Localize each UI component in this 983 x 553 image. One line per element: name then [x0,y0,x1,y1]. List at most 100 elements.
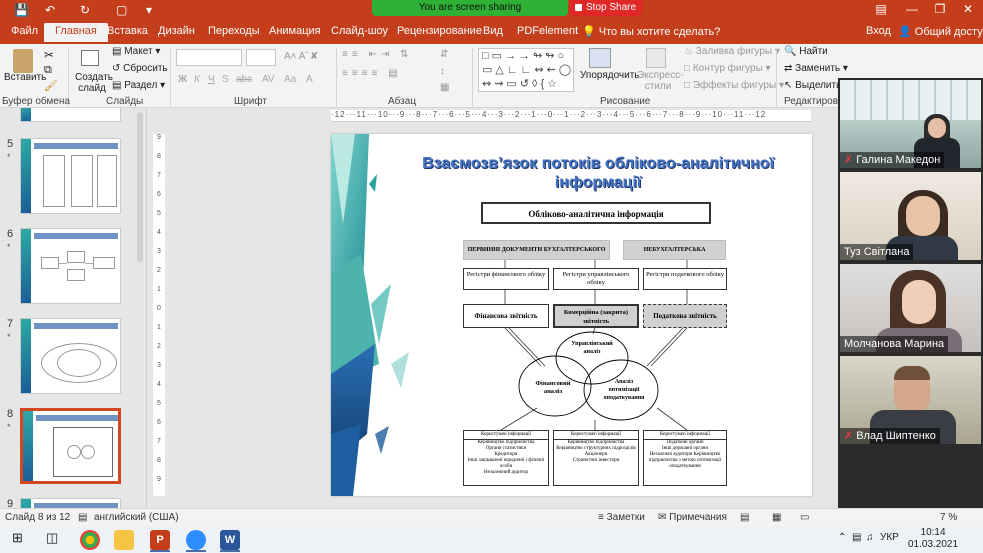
circle-label-tax: Аналіз оптимізації оподаткування [603,379,645,401]
tab-home[interactable]: Главная [44,23,108,42]
replace-button[interactable]: ⇄ Заменить ▾ [784,63,848,74]
tab-view[interactable]: Вид [483,25,503,37]
slide-thumbnail-6[interactable] [20,228,121,304]
layout-button[interactable]: ▤ Макет ▾ [112,46,160,57]
slide-title[interactable]: Взаємозв’язок потоків обліково-аналітичн… [413,154,783,192]
slide-thumbnail-9[interactable] [20,498,121,508]
group-clipboard-label: Буфер обмена [2,96,70,107]
register-box-financial: Регістри фінансового обліку [463,268,549,290]
tab-animation[interactable]: Анимация [269,25,321,37]
participant-video-2[interactable]: Туз Світлана [840,172,981,260]
thumbnail-scrollbar[interactable] [137,112,143,262]
slide-sorter-icon[interactable]: ▦ [772,512,781,523]
find-button[interactable]: 🔍 Найти [784,46,828,57]
save-icon[interactable]: 💾 [14,3,29,17]
group-font-label: Шрифт [234,96,267,107]
participant-video-4[interactable]: ✗ Влад Шиптенко [840,356,981,444]
volume-icon[interactable]: ♫ [866,532,874,543]
bold-icon[interactable]: Ж [178,74,187,85]
title-bar: 💾 ↶ ↻ ▢ ▾ You are screen sharing Stop Sh… [0,0,983,20]
zoom-level[interactable]: 7 % [940,512,957,523]
reset-button[interactable]: ↺ Сбросить [112,63,168,74]
shadow-icon[interactable]: S [222,74,229,85]
ribbon-tabs: Файл Главная Вставка Дизайн Переходы Ани… [0,20,983,44]
presentation-start-icon[interactable]: ▢ [116,3,127,17]
word-taskbar-icon[interactable]: W [220,530,240,550]
undo-icon[interactable]: ↶ [45,3,55,17]
share-account-button[interactable]: 👤 Общий доступ [898,25,983,38]
align-text-icon[interactable]: ↕ [440,66,445,77]
spellcheck-icon[interactable]: ▤ [78,512,87,523]
circle-label-financial: Фінансовий аналіз [535,380,571,395]
maximize-button[interactable]: ❐ [925,2,955,16]
format-painter-icon[interactable]: 🖌 [44,79,58,92]
shapes-gallery[interactable]: □▭→→↬↬○ ▭△∟∟↭⇜◯ ↭⇝▭↺◊{☆ [478,48,574,92]
keyboard-language[interactable]: УКР [880,532,899,543]
ribbon-display-icon[interactable]: ▤ [866,2,896,16]
text-direction-icon[interactable]: ⇵ [440,49,448,60]
qat-customize-icon[interactable]: ▾ [146,3,152,17]
font-size-select[interactable] [246,49,276,66]
tell-me-box[interactable]: 💡 Что вы хотите сделать? [582,25,720,38]
tab-transitions[interactable]: Переходы [208,25,260,37]
font-grow-icon[interactable]: A˄ Aˇ [284,51,309,62]
minimize-button[interactable]: — [897,2,927,16]
smartart-icon[interactable]: ▦ [440,82,449,93]
close-button[interactable]: ✕ [953,2,983,16]
task-view-icon[interactable]: ◫ [46,530,58,546]
underline-icon[interactable]: Ч [208,74,215,85]
slide-counter: Слайд 8 из 12 [5,512,71,523]
spacing-icon[interactable]: AV [262,74,275,85]
source-box-primary: ПЕРВИННІ ДОКУМЕНТИ БУХГАЛТЕРСЬКОГО ОБЛІК… [463,240,610,260]
shape-fill-button[interactable]: ♨ Заливка фигуры ▾ [684,46,780,57]
strike-icon[interactable]: abc [236,74,252,85]
tab-design[interactable]: Дизайн [158,25,195,37]
section-button[interactable]: ▤ Раздел ▾ [112,80,165,91]
clock[interactable]: 10:14 01.03.2021 [908,527,958,551]
slide-thumbnail-7[interactable] [20,318,121,394]
tab-file[interactable]: Файл [11,25,38,37]
case-icon[interactable]: Aa [284,74,296,85]
redo-icon[interactable]: ↻ [80,3,90,17]
tab-slideshow[interactable]: Слайд-шоу [331,25,388,37]
comments-button[interactable]: ✉ Примечания [658,512,727,523]
normal-view-icon[interactable]: ▤ [740,512,749,523]
font-color-icon[interactable]: A [306,74,313,85]
tab-pdfelement[interactable]: PDFelement [517,25,578,37]
slide-thumbnail-8-selected[interactable] [20,408,121,484]
italic-icon[interactable]: К [194,74,200,85]
clear-format-icon[interactable]: ✘ [310,51,318,62]
participant-name-2: Туз Світлана [840,244,914,260]
file-explorer-icon[interactable] [114,530,134,550]
language-indicator[interactable]: английский (США) [94,512,179,523]
notes-button[interactable]: ≡ Заметки [598,512,645,523]
paste-icon [13,49,33,73]
stop-share-button[interactable]: Stop Share [570,0,642,16]
zoom-taskbar-icon[interactable] [186,530,206,550]
align-icons[interactable]: ≡≡≡≡ ▤ [342,68,402,79]
participant-video-3[interactable]: Молчанова Марина [840,264,981,352]
flow-diagram[interactable]: Обліково-аналітична інформація ПЕРВИННІ … [461,198,730,489]
network-icon[interactable]: ▤ [852,532,861,543]
group-paragraph-label: Абзац [388,96,417,107]
cut-icon[interactable]: ✂ [44,48,54,62]
participant-video-1[interactable]: ✗ Галина Македон [840,80,981,168]
slide-canvas[interactable]: Взаємозв’язок потоків обліково-аналітичн… [331,134,812,496]
slide-thumbnail-4[interactable] [20,108,121,122]
windows-start-icon[interactable]: ⊞ [12,530,23,546]
windows-taskbar: ⊞ ◫ P W ⌃ ▤ ♫ УКР 10:14 01.03.2021 [0,526,983,553]
copy-icon[interactable]: ⧉ [44,64,52,77]
powerpoint-taskbar-icon[interactable]: P [150,530,170,550]
info-header-box: Обліково-аналітична інформація [481,202,711,224]
tray-arrow-icon[interactable]: ⌃ [838,532,846,543]
tab-insert[interactable]: Вставка [107,25,148,37]
login-link[interactable]: Вход [866,25,891,37]
shape-outline-button[interactable]: □ Контур фигуры ▾ [684,63,771,74]
shape-effects-button[interactable]: □ Эффекты фигуры ▾ [684,80,784,91]
reading-view-icon[interactable]: ▭ [800,512,809,523]
slide-thumbnail-5[interactable] [20,138,121,214]
list-icons[interactable]: ≡≡ ⇤⇥ ⇅ [342,49,412,60]
font-name-select[interactable] [176,49,242,66]
chrome-icon[interactable] [80,530,100,550]
tab-review[interactable]: Рецензирование [397,25,482,37]
